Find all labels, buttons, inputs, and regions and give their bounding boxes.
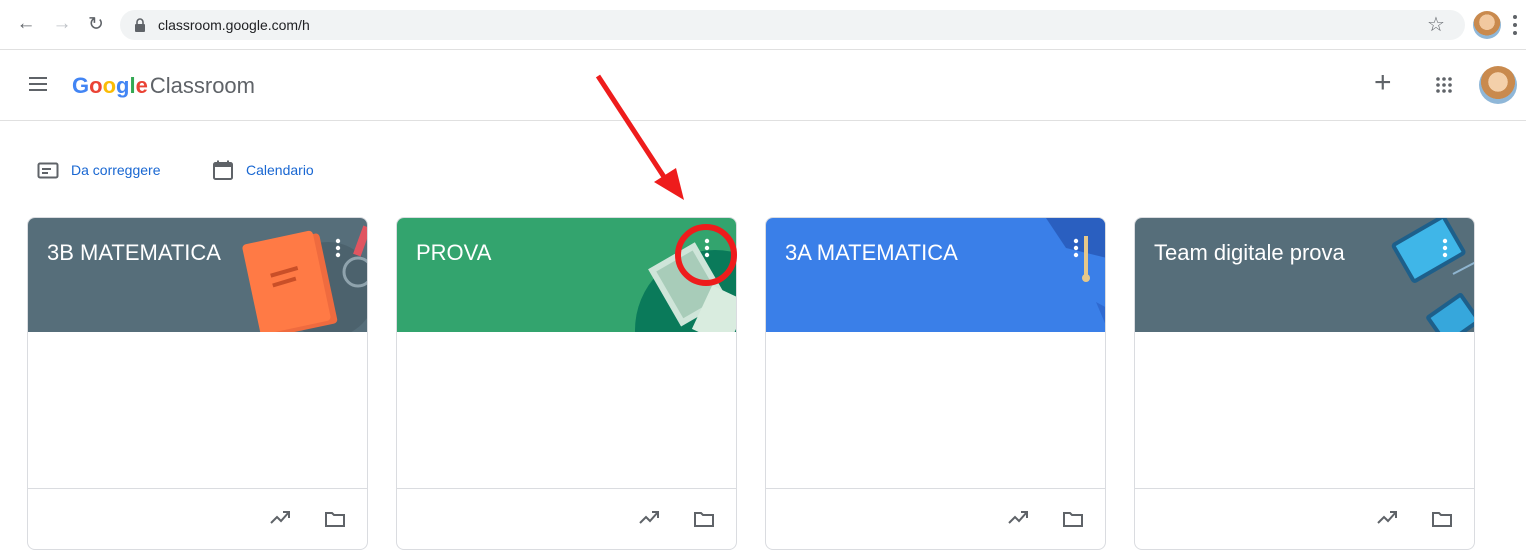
- class-title[interactable]: 3A MATEMATICA: [785, 240, 958, 266]
- account-avatar[interactable]: [1479, 66, 1517, 104]
- class-banner[interactable]: 3B MATEMATICA: [28, 218, 367, 332]
- more-options-icon[interactable]: [335, 238, 341, 258]
- book-illustration: [28, 218, 367, 332]
- browser-profile-avatar[interactable]: [1473, 11, 1501, 39]
- trending-up-icon[interactable]: [270, 509, 292, 525]
- lock-icon: [135, 18, 145, 32]
- class-card[interactable]: 3A MATEMATICA: [765, 217, 1106, 550]
- to-review-label: Da correggere: [71, 162, 161, 178]
- reload-icon[interactable]: ↻: [84, 12, 108, 36]
- calendar-link[interactable]: Calendario: [212, 158, 314, 182]
- class-card[interactable]: 3B MATEMATICA: [27, 217, 368, 550]
- app-header: GoogleClassroom +: [0, 50, 1526, 121]
- brand-letter: e: [135, 73, 148, 98]
- brand-letter: o: [89, 73, 103, 98]
- more-options-icon[interactable]: [1442, 238, 1448, 258]
- brand-letter: o: [102, 73, 117, 98]
- class-title[interactable]: PROVA: [416, 240, 491, 266]
- trending-up-icon[interactable]: [1377, 509, 1399, 525]
- url-text: classroom.google.com/h: [158, 17, 310, 33]
- back-icon[interactable]: ←: [14, 12, 38, 36]
- browser-menu-icon[interactable]: [1512, 14, 1518, 36]
- folder-icon[interactable]: [693, 510, 715, 528]
- main-menu-icon[interactable]: [29, 77, 47, 91]
- notebook-illustration: [397, 218, 736, 332]
- address-bar[interactable]: classroom.google.com/h: [120, 10, 1465, 40]
- google-classroom-logo[interactable]: GoogleClassroom: [72, 72, 255, 100]
- more-options-icon[interactable]: [704, 238, 710, 258]
- class-banner[interactable]: 3A MATEMATICA: [766, 218, 1105, 332]
- trending-up-icon[interactable]: [639, 509, 661, 525]
- more-options-icon[interactable]: [1073, 238, 1079, 258]
- brand-letter: g: [116, 73, 130, 98]
- forward-icon[interactable]: →: [50, 12, 74, 36]
- class-card[interactable]: PROVA: [396, 217, 737, 550]
- add-class-icon[interactable]: +: [1374, 68, 1392, 98]
- bookmark-star-icon[interactable]: ☆: [1427, 12, 1445, 37]
- google-apps-icon[interactable]: [1436, 77, 1452, 93]
- folder-icon[interactable]: [1431, 510, 1453, 528]
- trending-up-icon[interactable]: [1008, 509, 1030, 525]
- folder-icon[interactable]: [324, 510, 346, 528]
- calendar-label: Calendario: [246, 162, 314, 178]
- calendar-icon: [213, 160, 233, 180]
- class-banner[interactable]: PROVA: [397, 218, 736, 332]
- card-footer: [766, 488, 1105, 549]
- class-title[interactable]: Team digitale prova: [1154, 240, 1345, 266]
- class-banner[interactable]: Team digitale prova: [1135, 218, 1474, 332]
- folder-icon[interactable]: [1062, 510, 1084, 528]
- graduation-cap-illustration: [766, 218, 1105, 332]
- class-title[interactable]: 3B MATEMATICA: [47, 240, 221, 266]
- annotation-arrowhead: [654, 168, 684, 200]
- card-footer: [397, 488, 736, 549]
- card-footer: [28, 488, 367, 549]
- tablet-illustration: [1135, 218, 1474, 332]
- brand-letter: G: [72, 73, 90, 98]
- card-footer: [1135, 488, 1474, 549]
- class-card[interactable]: Team digitale prova: [1134, 217, 1475, 550]
- to-review-link[interactable]: Da correggere: [37, 158, 161, 182]
- browser-toolbar: ← → ↻ classroom.google.com/h ☆: [0, 0, 1526, 50]
- review-tray-icon: [37, 162, 59, 179]
